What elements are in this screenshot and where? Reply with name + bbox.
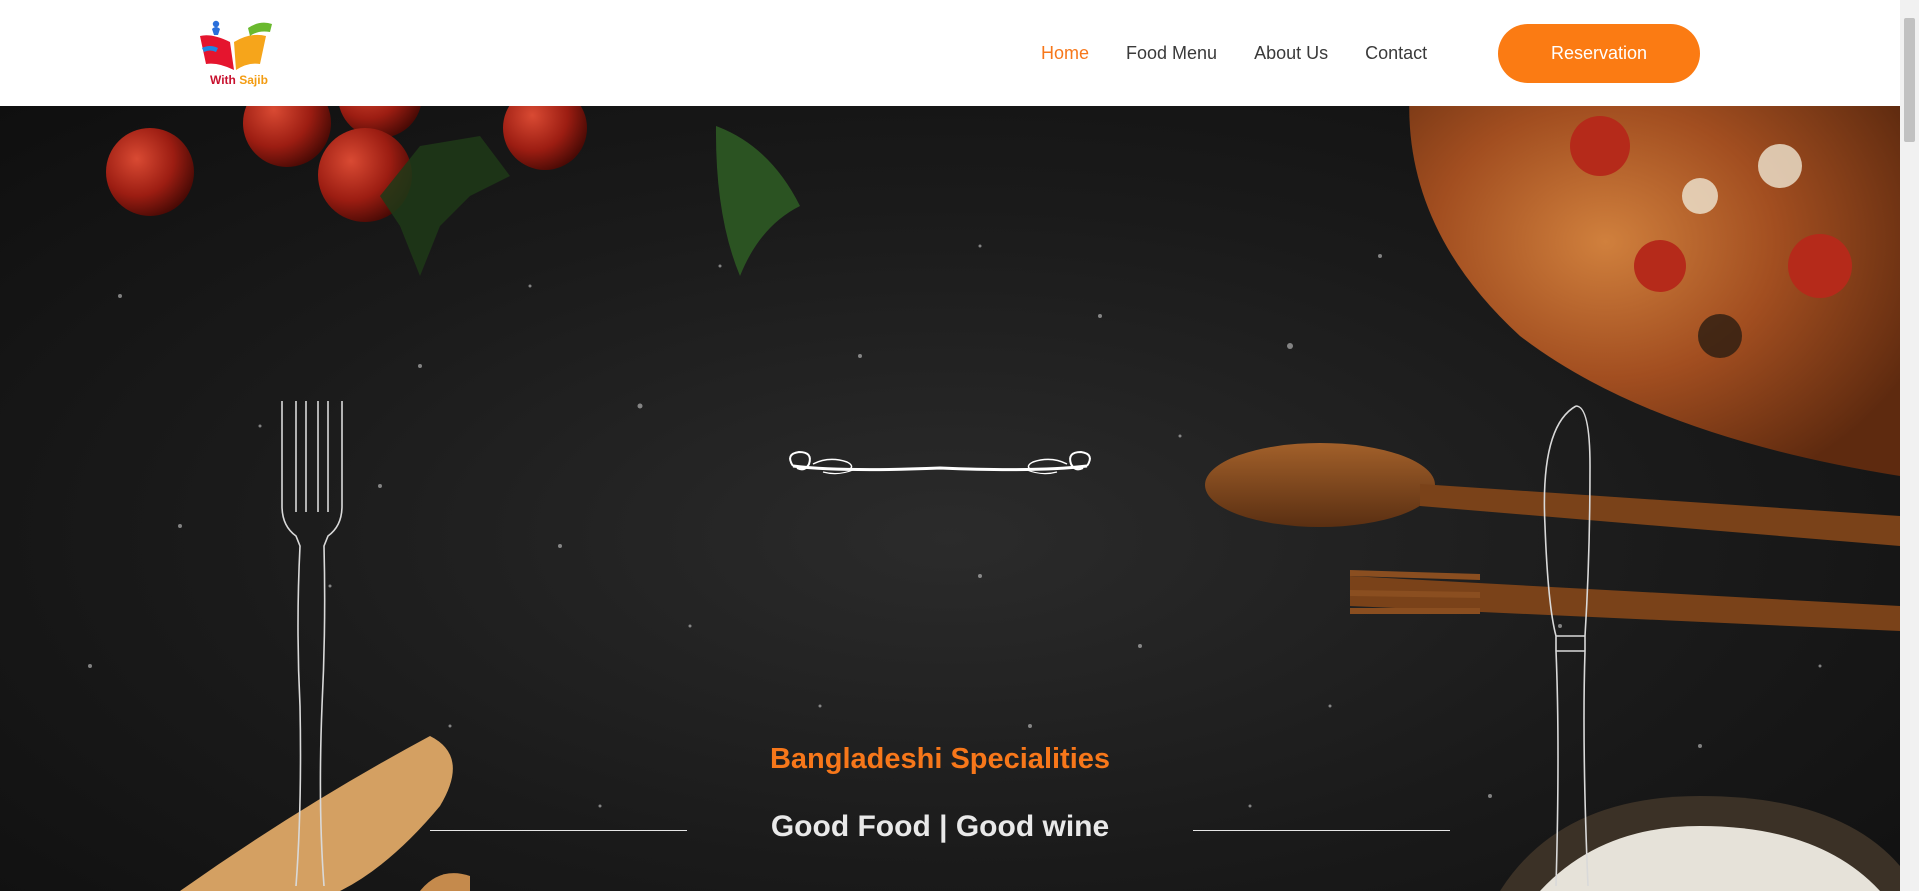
nav-food-menu-link[interactable]: Food Menu bbox=[1126, 43, 1217, 64]
site-header: With Sajib Home Food Menu About Us Conta… bbox=[0, 0, 1900, 106]
main-nav: Home Food Menu About Us Contact bbox=[1041, 0, 1464, 106]
page-scrollbar[interactable] bbox=[1900, 0, 1919, 891]
brand-wordmark-part2: Sajib bbox=[239, 73, 268, 87]
hero-title: Good Food | Good wine bbox=[770, 810, 1110, 843]
tomatoes-decoration bbox=[106, 106, 800, 276]
reservation-button[interactable]: Reservation bbox=[1498, 24, 1700, 83]
hero-banner: Bangladeshi Specialities Good Food | Goo… bbox=[0, 106, 1900, 891]
decorative-flourish-icon bbox=[789, 450, 1091, 475]
divider-line-right bbox=[1193, 830, 1450, 831]
hero-subtitle: Bangladeshi Specialities bbox=[769, 743, 1111, 775]
nav-contact-link[interactable]: Contact bbox=[1365, 43, 1427, 64]
brand-wordmark: With Sajib bbox=[210, 73, 268, 87]
wooden-utensils-decoration bbox=[1205, 443, 1900, 631]
brand-logo[interactable]: With Sajib bbox=[196, 18, 280, 90]
nav-about-us-link[interactable]: About Us bbox=[1254, 43, 1328, 64]
pizza-decoration bbox=[1409, 106, 1900, 476]
scrollbar-thumb[interactable] bbox=[1904, 18, 1915, 142]
brand-wordmark-part1: With bbox=[210, 73, 236, 87]
nav-home-link[interactable]: Home bbox=[1041, 43, 1089, 64]
